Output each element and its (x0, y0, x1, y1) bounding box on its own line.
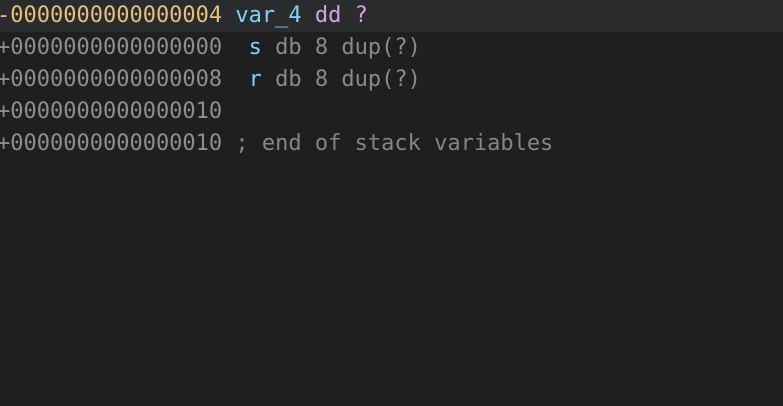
data-directive: db 8 dup(?) (275, 35, 421, 60)
stack-line-end[interactable]: +0000000000000010 (0, 96, 783, 128)
stack-line-s[interactable]: +0000000000000000 s db 8 dup(?) (0, 32, 783, 64)
data-directive: dd ? (314, 3, 368, 28)
stack-line-comment[interactable]: +0000000000000010 ; end of stack variabl… (0, 128, 783, 160)
offset-label: +0000000000000008 (0, 67, 223, 92)
data-directive: db 8 dup(?) (275, 67, 421, 92)
offset-label: -0000000000000004 (0, 3, 223, 28)
variable-name[interactable]: s (249, 35, 262, 60)
variable-name[interactable]: var_4 (235, 3, 301, 28)
stack-line-var-4[interactable]: -0000000000000004 var_4 dd ? (0, 0, 783, 32)
offset-label: +0000000000000000 (0, 35, 223, 60)
end-comment: ; end of stack variables (235, 131, 554, 156)
stack-frame-view: -0000000000000004 var_4 dd ? +0000000000… (0, 0, 783, 406)
offset-label: +0000000000000010 (0, 99, 223, 124)
stack-line-r[interactable]: +0000000000000008 r db 8 dup(?) (0, 64, 783, 96)
offset-label: +0000000000000010 (0, 131, 223, 156)
variable-name[interactable]: r (249, 67, 262, 92)
